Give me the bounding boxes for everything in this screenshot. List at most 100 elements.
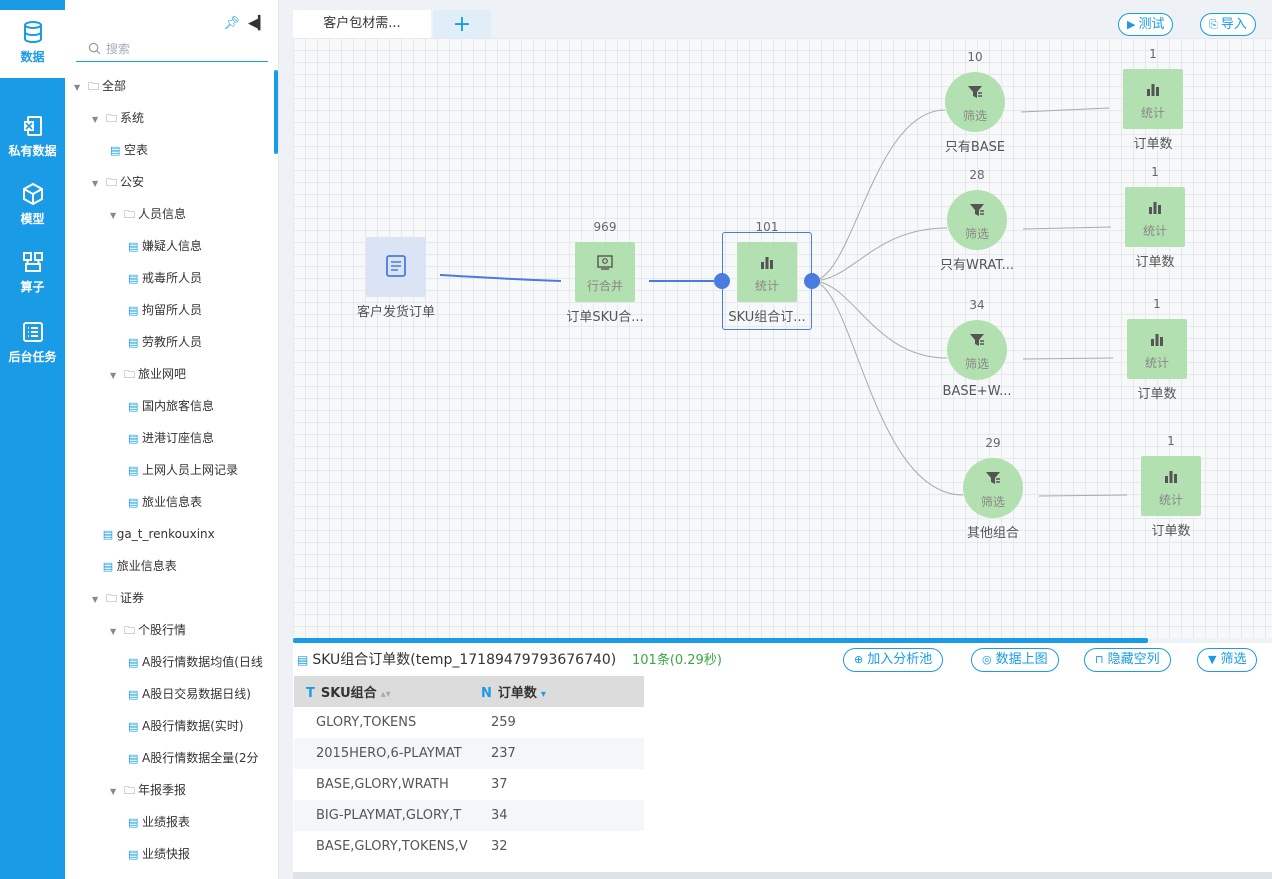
tree-folder[interactable]: ▼ 🗀︎ 证券 xyxy=(92,582,144,614)
tree-scrollbar[interactable] xyxy=(274,70,278,154)
rail-item-private-data[interactable]: 私有数据 xyxy=(0,104,65,172)
input-port[interactable] xyxy=(714,273,730,289)
table-row[interactable]: GLORY,TOKENS 259 xyxy=(294,707,644,738)
flow-node-stat[interactable]: 1 统计 订单数 xyxy=(1123,47,1183,152)
btn-label: 隐藏空列 xyxy=(1107,652,1160,667)
tree-table[interactable]: ▤ A股行情数据全量(2分 xyxy=(128,742,259,774)
flow-canvas[interactable]: 客户发货订单 969 行合并 订单SKU合... 101 统计 SKU组合订..… xyxy=(293,38,1272,638)
rail-item-model[interactable]: 模型 xyxy=(0,172,65,240)
tab-flow[interactable]: 客户包材需... xyxy=(293,10,431,38)
flow-node-filter[interactable]: 34 筛选 BASE+W... xyxy=(943,298,1012,399)
rail-item-background-tasks[interactable]: 后台任务 xyxy=(0,310,65,378)
flow-node-filter[interactable]: 29 筛选 其他组合 xyxy=(963,436,1023,541)
node-count: 969 xyxy=(593,220,617,234)
tree-table[interactable]: ▤ 旅业信息表 xyxy=(128,486,202,518)
expand-arrow-icon[interactable]: ▼ xyxy=(92,584,106,614)
collapse-panel-icon[interactable]: ◀▎ xyxy=(248,16,268,31)
tree-folder[interactable]: ▼ 🗀︎ 年报季报 xyxy=(110,774,186,806)
flow-node-stat[interactable]: 1 统计 订单数 xyxy=(1127,297,1187,402)
sort-icon[interactable]: ▴▾ xyxy=(381,689,391,700)
node-box: 统计 xyxy=(1125,187,1185,247)
expand-arrow-icon[interactable]: ▼ xyxy=(110,776,124,806)
bar-chart-icon xyxy=(1149,202,1161,214)
add-to-pool-button[interactable]: ⊕ 加入分析池 xyxy=(843,648,944,672)
pin-icon[interactable]: 📌︎ xyxy=(223,16,240,31)
filter-button[interactable]: ▼ 筛选 xyxy=(1197,648,1258,672)
tree-table[interactable]: ▤ A股行情数据均值(日线 xyxy=(128,646,263,678)
table-icon: ▤ xyxy=(128,400,139,413)
flow-node-stat[interactable]: 1 统计 订单数 xyxy=(1141,434,1201,539)
expand-arrow-icon[interactable]: ▼ xyxy=(110,200,124,230)
tree-label: 嫌疑人信息 xyxy=(142,239,203,253)
rail-item-operator[interactable]: 算子 xyxy=(0,240,65,308)
column-header-sku[interactable]: T SKU组合 ▴▾ xyxy=(294,676,469,707)
tree-table[interactable]: ▤ 空表 xyxy=(110,134,148,166)
expand-arrow-icon[interactable]: ▼ xyxy=(92,104,106,134)
table-icon: ▤ xyxy=(128,240,139,253)
tree-table[interactable]: ▤ 业绩快报 xyxy=(128,838,190,870)
tree-table[interactable]: ▤ 业绩报表 xyxy=(128,806,190,838)
flow-node-stat[interactable]: 101 统计 SKU组合订... xyxy=(728,220,805,325)
node-name: 只有WRAT... xyxy=(939,258,1015,273)
tree-table[interactable]: ▤ 国内旅客信息 xyxy=(128,390,214,422)
flow-node-stat[interactable]: 1 统计 订单数 xyxy=(1125,165,1185,270)
test-button[interactable]: ▶ 测试 xyxy=(1118,13,1174,36)
tree-table[interactable]: ▤ A股日交易数据日线) xyxy=(128,678,251,710)
expand-arrow-icon[interactable]: ▼ xyxy=(92,168,106,198)
nav-rail: 数据 私有数据 模型 算子 后台任务 xyxy=(0,0,65,879)
panel-scrollbar[interactable] xyxy=(293,872,1272,879)
hide-empty-columns-button[interactable]: ⊓ 隐藏空列 xyxy=(1084,648,1171,672)
flow-node-filter[interactable]: 28 筛选 只有WRAT... xyxy=(940,168,1014,273)
tree-table[interactable]: ▤ 上网人员上网记录 xyxy=(128,454,238,486)
tree-table[interactable]: ▤ 戒毒所人员 xyxy=(128,262,202,294)
tree-folder[interactable]: ▼ 🗀︎ 公安 xyxy=(92,166,144,198)
tree-table[interactable]: ▤ A股行情数据(实时) xyxy=(128,710,244,742)
plus-circle-icon: ⊕ xyxy=(854,653,864,666)
merge-icon xyxy=(597,255,613,270)
node-name: SKU组合订... xyxy=(728,310,806,325)
table-row[interactable]: BIG-PLAYMAT,GLORY,T 34 xyxy=(294,800,644,831)
table-row[interactable]: BASE,GLORY,TOKENS,V 32 xyxy=(294,831,644,862)
tree-folder[interactable]: ▼ 🗀︎ 全部 xyxy=(74,70,126,102)
search-input[interactable] xyxy=(106,39,256,59)
table-icon: ▤ xyxy=(110,144,121,157)
tree-table[interactable]: ▤ 进港订座信息 xyxy=(128,422,214,454)
sort-desc-icon[interactable]: ▾ xyxy=(541,689,546,700)
table-row[interactable]: 2015HERO,6-PLAYMAT 237 xyxy=(294,738,644,769)
flow-node-merge[interactable]: 969 行合并 订单SKU合... xyxy=(566,220,643,325)
tree-folder[interactable]: ▼ 🗀︎ 个股行情 xyxy=(110,614,186,646)
node-type: 统计 xyxy=(1158,493,1183,507)
flow-node-filter[interactable]: 10 筛选 只有BASE xyxy=(945,50,1005,155)
tree-folder[interactable]: ▼ 🗀︎ 人员信息 xyxy=(110,198,186,230)
node-box: 筛选 xyxy=(945,72,1005,132)
column-header-order-count[interactable]: N 订单数 ▾ xyxy=(469,676,644,707)
add-tab-button[interactable]: + xyxy=(433,10,491,38)
tree-label: 系统 xyxy=(120,111,145,125)
node-type: 行合并 xyxy=(586,279,623,293)
filter-icon xyxy=(986,472,1000,484)
expand-arrow-icon[interactable]: ▼ xyxy=(110,360,124,390)
node-name: 其他组合 xyxy=(966,526,1019,541)
flow-node-source[interactable]: 客户发货订单 xyxy=(357,237,435,320)
tree-folder[interactable]: ▼ 🗀︎ 旅业网吧 xyxy=(110,358,186,390)
btn-label: 数据上图 xyxy=(995,652,1048,667)
output-port[interactable] xyxy=(804,273,820,289)
tree-table[interactable]: ▤ 拘留所人员 xyxy=(128,294,202,326)
tree-table[interactable]: ▤ 旅业信息表 xyxy=(103,550,177,582)
import-button[interactable]: ⎘ 导入 xyxy=(1200,13,1256,36)
cell-sku: BASE,GLORY,WRATH xyxy=(316,777,449,792)
tree-table[interactable]: ▤ 劳教所人员 xyxy=(128,326,202,358)
expand-arrow-icon[interactable]: ▼ xyxy=(74,72,88,102)
bar-chart-icon xyxy=(1151,334,1163,346)
data-chart-button[interactable]: ◎ 数据上图 xyxy=(971,648,1059,672)
folder-icon: 🗀︎ xyxy=(124,368,135,381)
expand-arrow-icon[interactable]: ▼ xyxy=(110,616,124,646)
operator-icon xyxy=(22,252,43,272)
btn-label: 筛选 xyxy=(1220,652,1247,667)
tree-table[interactable]: ▤ 嫌疑人信息 xyxy=(128,230,202,262)
table-row[interactable]: BASE,GLORY,WRATH 37 xyxy=(294,769,644,800)
rail-item-data[interactable]: 数据 xyxy=(0,10,65,78)
tree-folder[interactable]: ▼ 🗀︎ 系统 xyxy=(92,102,144,134)
node-box: 统计 xyxy=(1141,456,1201,516)
tree-table[interactable]: ▤ ga_t_renkouxinx xyxy=(103,518,215,550)
